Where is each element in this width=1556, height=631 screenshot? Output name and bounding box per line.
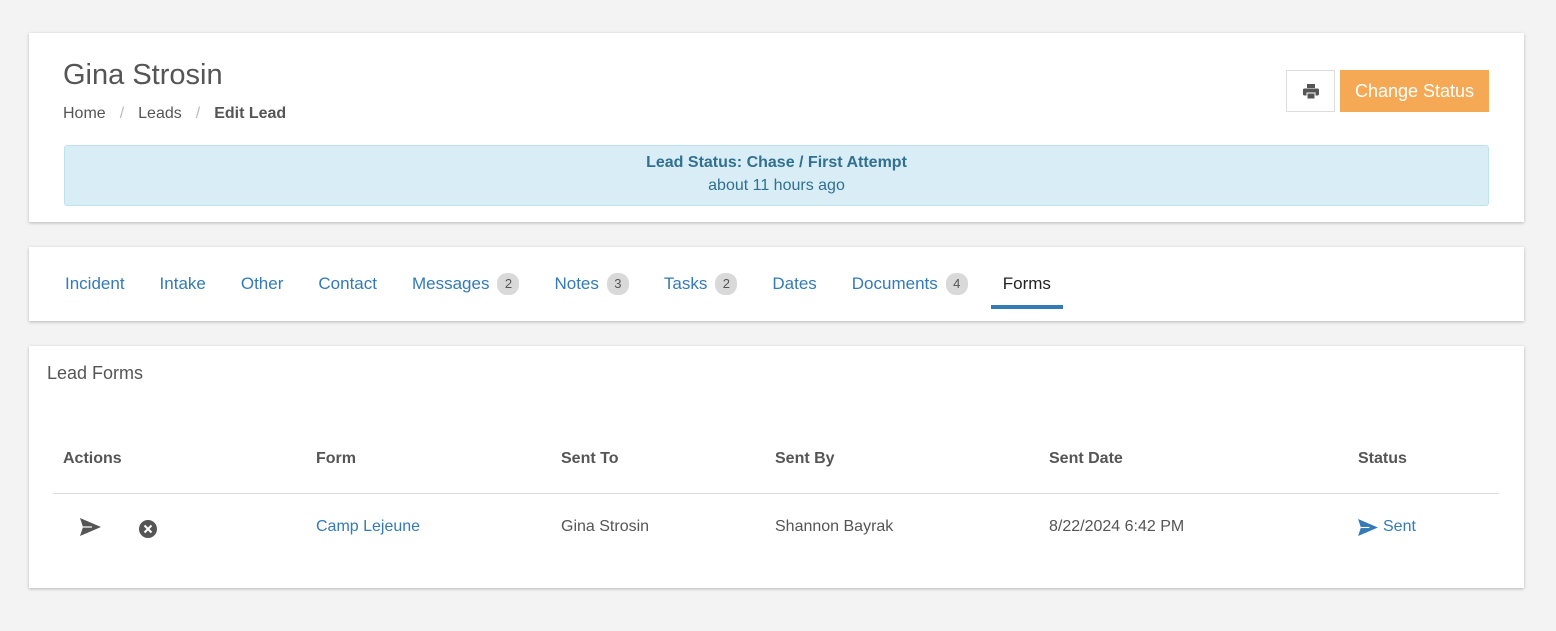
send-icon <box>80 518 101 536</box>
lead-tabs: Incident Intake Other Contact Messages 2 … <box>53 247 1074 321</box>
count-badge: 2 <box>715 273 738 295</box>
breadcrumb-current: Edit Lead <box>214 105 287 122</box>
count-badge: 2 <box>497 273 520 295</box>
tab-label: Documents <box>851 274 938 293</box>
page-title: Gina Strosin <box>63 59 223 91</box>
tab-other[interactable]: Other <box>229 247 296 321</box>
column-header-sent-date: Sent Date <box>1049 450 1123 467</box>
lead-forms-card: Lead Forms Actions Form Sent To Sent By … <box>29 346 1524 588</box>
lead-status-alert: Lead Status: Chase / First Attempt about… <box>64 145 1489 206</box>
change-status-button[interactable]: Change Status <box>1340 70 1489 112</box>
sent-date-value: 8/22/2024 6:42 PM <box>1049 518 1185 535</box>
form-status[interactable]: Sent <box>1358 518 1416 536</box>
table-header: Actions Form Sent To Sent By Sent Date S… <box>53 438 1499 494</box>
lead-status-text: Lead Status: Chase / First Attempt <box>646 154 907 171</box>
tab-label: Tasks <box>663 274 708 293</box>
column-header-sent-to: Sent To <box>561 450 619 467</box>
breadcrumb-separator: / <box>119 105 125 122</box>
status-label: Sent <box>1383 518 1416 535</box>
tab-label: Forms <box>1002 274 1051 293</box>
table-row: Camp Lejeune Gina Strosin Shannon Bayrak… <box>53 494 1499 564</box>
tab-intake[interactable]: Intake <box>148 247 218 321</box>
close-circle-icon <box>139 520 157 538</box>
send-icon <box>1358 518 1378 536</box>
resend-button[interactable] <box>80 518 101 541</box>
column-header-status: Status <box>1358 450 1407 467</box>
count-badge: 4 <box>945 273 968 295</box>
lead-tabs-card: Incident Intake Other Contact Messages 2 … <box>29 247 1524 321</box>
breadcrumb-leads[interactable]: Leads <box>138 105 182 123</box>
tab-contact[interactable]: Contact <box>306 247 389 321</box>
tab-notes[interactable]: Notes 3 <box>542 247 640 321</box>
tab-label: Notes <box>554 274 599 293</box>
column-header-form: Form <box>316 450 356 467</box>
form-link[interactable]: Camp Lejeune <box>316 518 420 536</box>
count-badge: 3 <box>606 273 629 295</box>
lead-header-card: Gina Strosin Home / Leads / Edit Lead Ch… <box>29 33 1524 222</box>
breadcrumb-separator: / <box>195 105 201 122</box>
breadcrumb-home[interactable]: Home <box>63 105 106 123</box>
column-header-actions: Actions <box>63 450 122 467</box>
tab-forms[interactable]: Forms <box>990 247 1064 321</box>
cancel-form-button[interactable] <box>139 520 157 543</box>
column-header-sent-by: Sent By <box>775 450 835 467</box>
tab-documents[interactable]: Documents 4 <box>840 247 980 321</box>
tab-incident[interactable]: Incident <box>53 247 137 321</box>
section-title: Lead Forms <box>47 363 144 383</box>
print-button[interactable] <box>1286 70 1335 112</box>
tab-label: Dates <box>772 274 817 293</box>
tab-label: Incident <box>65 274 125 293</box>
sent-by-value: Shannon Bayrak <box>775 518 894 535</box>
tab-dates[interactable]: Dates <box>760 247 828 321</box>
tab-messages[interactable]: Messages 2 <box>400 247 531 321</box>
tab-label: Contact <box>318 274 377 293</box>
breadcrumb: Home / Leads / Edit Lead <box>63 105 286 123</box>
tab-label: Other <box>240 274 284 293</box>
tab-label: Messages <box>411 274 490 293</box>
forms-table: Actions Form Sent To Sent By Sent Date S… <box>53 438 1499 564</box>
tab-label: Intake <box>159 274 206 293</box>
print-icon <box>1302 83 1319 99</box>
tab-tasks[interactable]: Tasks 2 <box>652 247 749 321</box>
lead-status-time: about 11 hours ago <box>708 177 845 194</box>
sent-to-value: Gina Strosin <box>561 518 650 535</box>
